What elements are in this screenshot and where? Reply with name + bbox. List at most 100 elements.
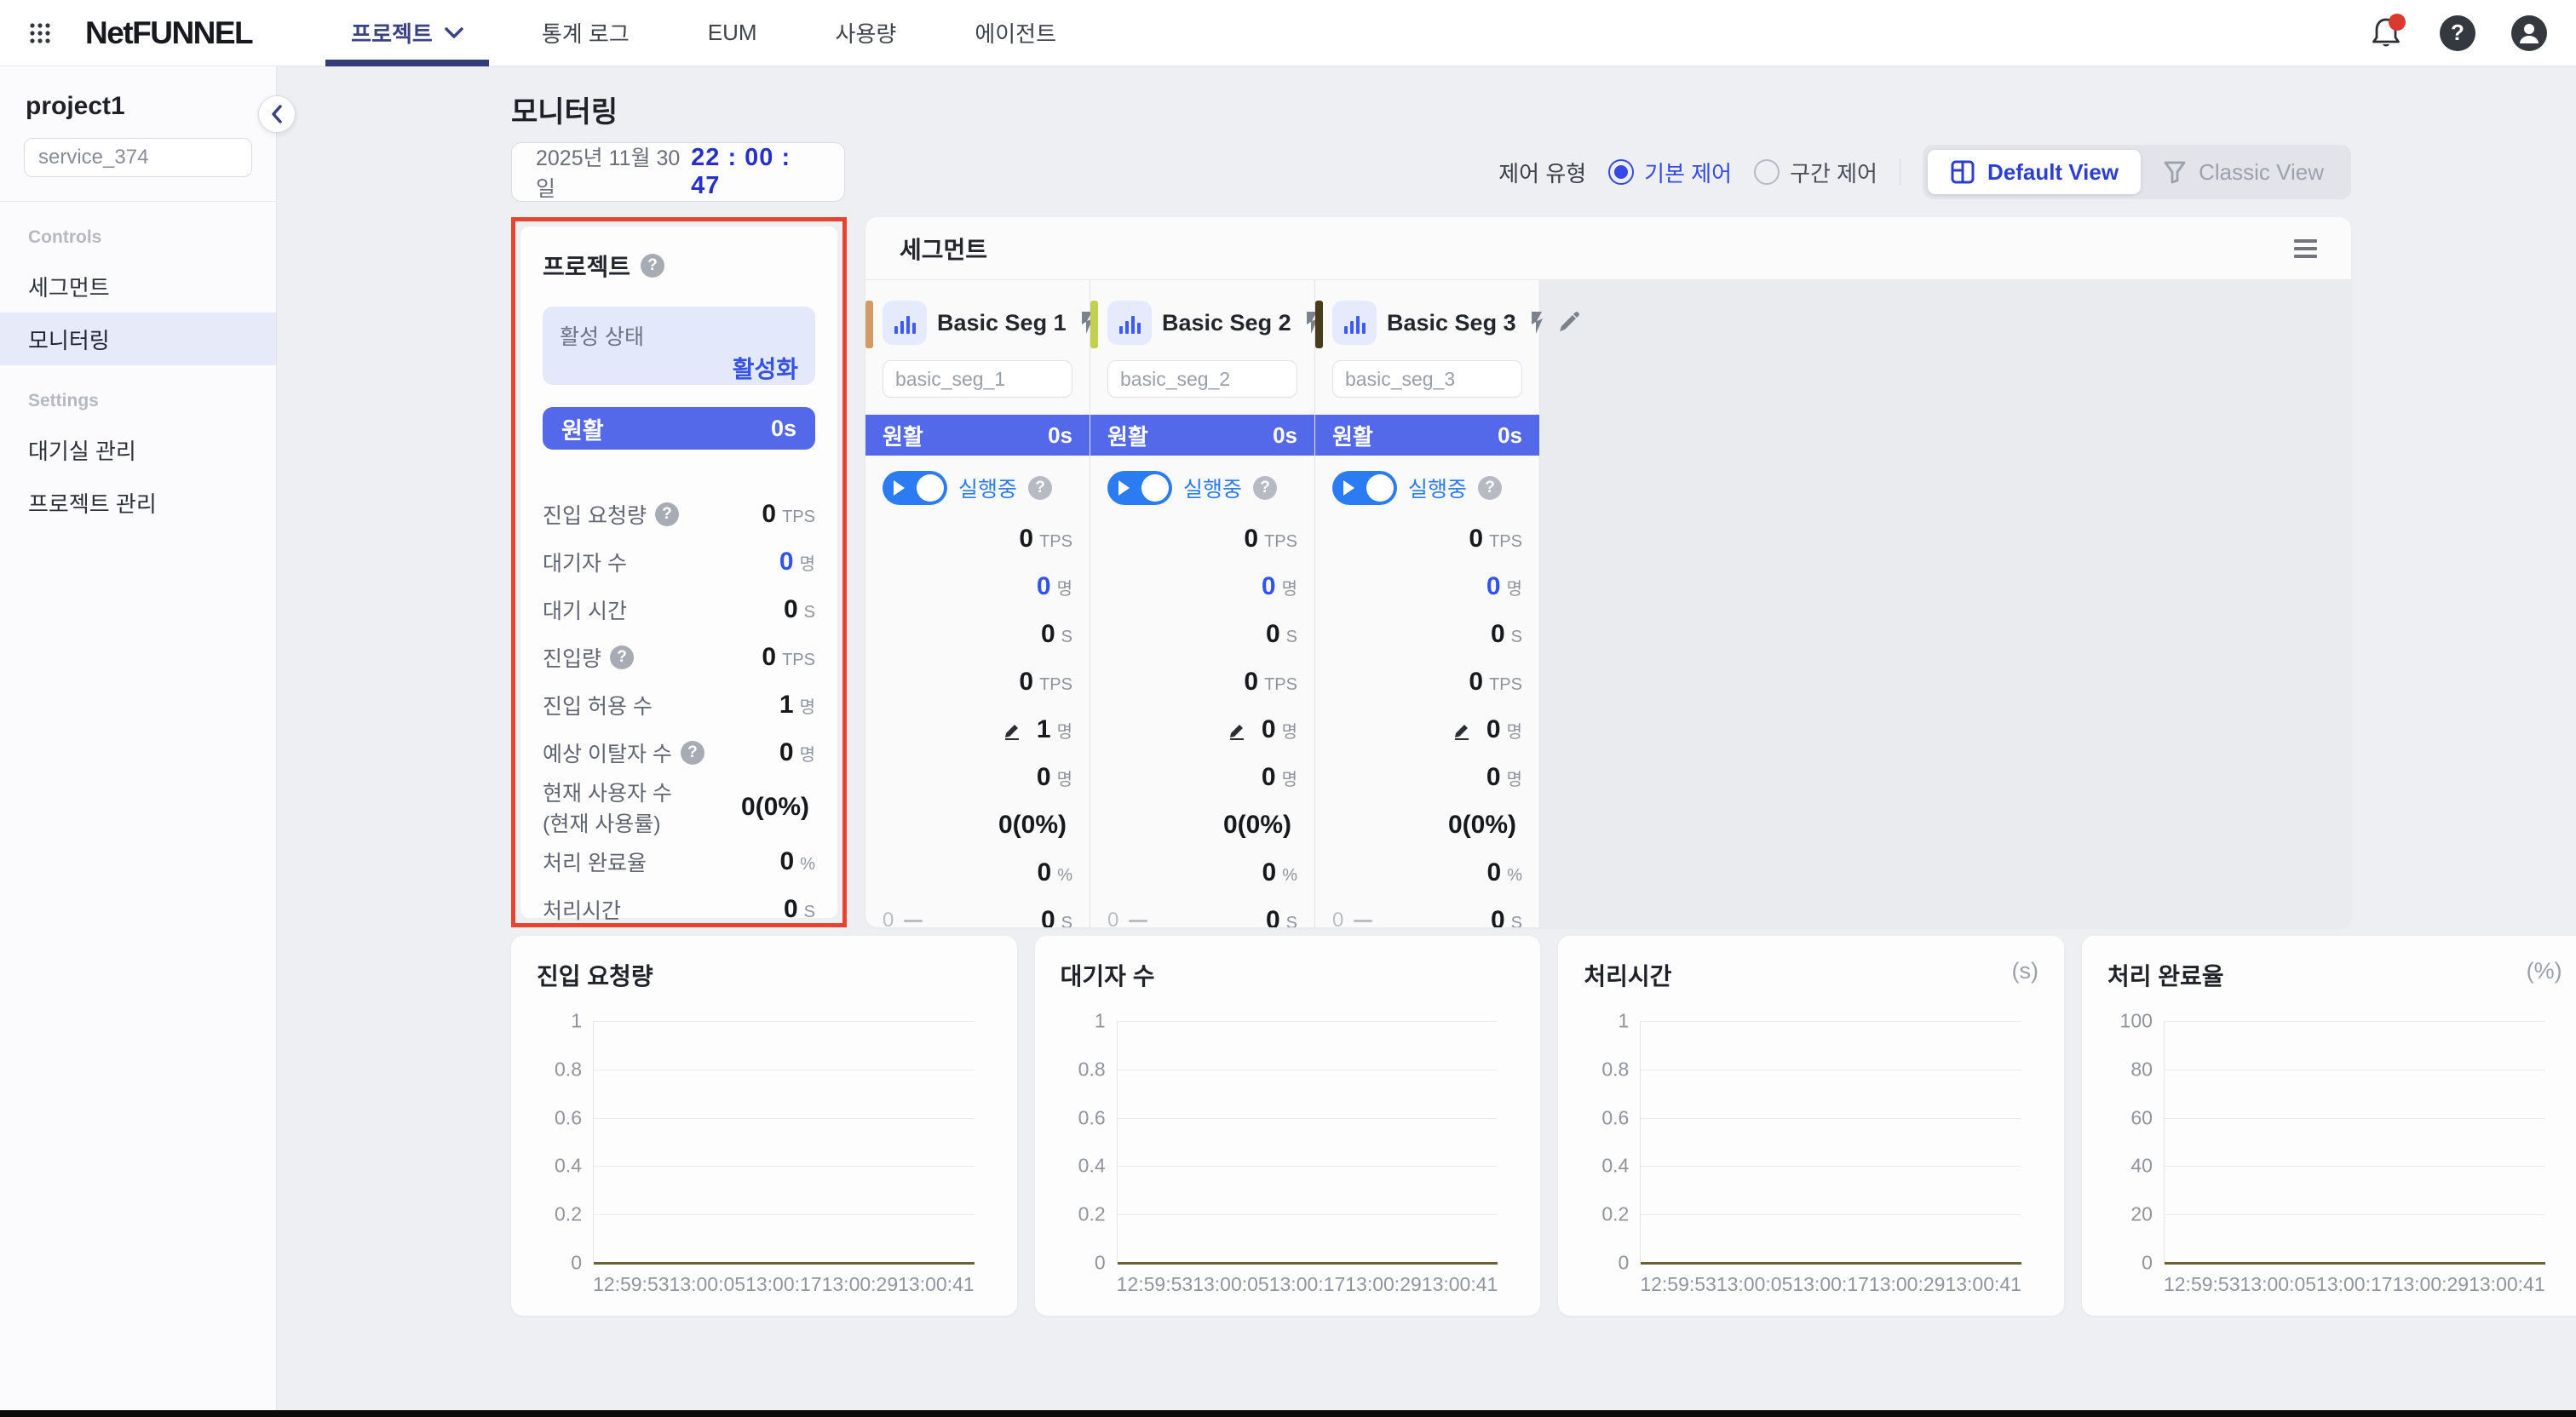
help-icon[interactable]	[641, 254, 664, 278]
sidebar-section-controls: Controls	[28, 227, 276, 248]
y-axis-tick: 0	[2142, 1252, 2153, 1275]
x-axis-tick: 13:00:29	[1345, 1273, 1422, 1296]
y-axis-tick: 0	[571, 1252, 582, 1275]
data-line-at-zero	[594, 1262, 975, 1265]
y-axis-tick: 0.2	[1601, 1203, 1629, 1226]
status-value: 활성화	[733, 351, 798, 385]
bottom-black-bar	[0, 1410, 2576, 1417]
plot-area: 10.80.60.40.20	[593, 1021, 975, 1263]
chart-gridline	[1641, 1021, 2021, 1022]
nav-item-stats-log[interactable]: 통계 로그	[503, 0, 669, 66]
app-root: NetFUNNEL 프로젝트 통계 로그 EUM 사용량 에이전트 ?	[0, 0, 2576, 1417]
chevron-down-icon	[445, 27, 463, 39]
current-date: 2025년 11월 30일	[536, 141, 691, 203]
y-axis-tick: 100	[2120, 1010, 2153, 1033]
edit-value-pencil-icon[interactable]	[1452, 720, 1473, 740]
sidebar-section-settings: Settings	[28, 391, 276, 411]
x-axis-ticks: 12:59:5313:00:0513:00:1713:00:2913:00:41	[2164, 1273, 2545, 1296]
mini-trend-indicator: 0	[883, 909, 923, 927]
radio-basic-control[interactable]: 기본 제어	[1608, 157, 1732, 188]
help-icon[interactable]	[1253, 476, 1277, 500]
sidebar-item-project-mgmt[interactable]: 프로젝트 관리	[0, 476, 276, 529]
sidebar-item-monitoring[interactable]: 모니터링	[0, 313, 276, 365]
account-avatar[interactable]	[2511, 15, 2547, 51]
x-axis-tick: 13:00:29	[1869, 1273, 1946, 1296]
nav-item-agent[interactable]: 에이전트	[935, 0, 1095, 66]
nav-item-projects[interactable]: 프로젝트	[312, 0, 503, 66]
x-axis-tick: 12:59:53	[1640, 1273, 1716, 1296]
sidebar-collapse-button[interactable]	[258, 95, 296, 133]
chart-unit: (s)	[2011, 958, 2038, 984]
x-axis-tick: 13:00:05	[1716, 1273, 1793, 1296]
edit-value-pencil-icon[interactable]	[1228, 720, 1248, 740]
data-line-at-zero	[1641, 1262, 2021, 1265]
segment-header: Basic Seg 1	[883, 299, 1072, 347]
x-axis-ticks: 12:59:5313:00:0513:00:1713:00:2913:00:41	[1640, 1273, 2021, 1296]
service-select[interactable]	[24, 138, 252, 177]
default-view-button[interactable]: Default View	[1928, 150, 2141, 194]
segment-key-input[interactable]	[883, 360, 1072, 398]
help-icon[interactable]	[1028, 476, 1052, 500]
edit-value-pencil-icon[interactable]	[1003, 720, 1023, 740]
run-toggle[interactable]	[1332, 471, 1397, 505]
nav-right-actions: ?	[2368, 15, 2547, 51]
radio-range-control[interactable]: 구간 제어	[1754, 157, 1877, 188]
segment-key-input[interactable]	[1107, 360, 1297, 398]
plot-area: 100806040200	[2164, 1021, 2545, 1263]
y-axis-tick: 0.4	[555, 1155, 582, 1178]
segment-color-strip	[865, 301, 873, 348]
x-axis-ticks: 12:59:5313:00:0513:00:1713:00:2913:00:41	[1117, 1273, 1498, 1296]
edit-pencil-icon[interactable]	[1557, 312, 1579, 334]
y-axis-tick: 0.6	[555, 1106, 582, 1129]
y-axis-tick: 0.2	[1078, 1203, 1106, 1226]
metric-row-allowed-entries: 진입 허용 수 1명	[543, 681, 815, 729]
segment-card: Basic Seg 1 원활 0s 실행중	[865, 280, 1090, 927]
run-toggle[interactable]	[883, 471, 947, 505]
netfunnel-logo[interactable]: NetFUNNEL	[85, 15, 252, 51]
top-nav: NetFUNNEL 프로젝트 통계 로그 EUM 사용량 에이전트 ?	[0, 0, 2576, 66]
segment-menu-icon[interactable]	[2294, 239, 2317, 258]
apps-grid-icon[interactable]	[29, 22, 51, 44]
chart-completion-rate: 처리 완료율 (%) 100806040200 12:59:5313:00:05…	[2082, 936, 2576, 1316]
x-axis-tick: 13:00:41	[1945, 1273, 2021, 1296]
chart-title: 대기자 수	[1061, 958, 1541, 992]
sidebar-item-waiting-room[interactable]: 대기실 관리	[0, 423, 276, 476]
plot-area: 10.80.60.40.20	[1117, 1021, 1498, 1263]
nav-item-usage[interactable]: 사용량	[796, 0, 936, 66]
help-icon[interactable]	[1478, 476, 1502, 500]
chart-gridline	[1118, 1021, 1498, 1022]
nav-item-label: 프로젝트	[351, 17, 433, 49]
segment-panel-header: 세그먼트	[865, 217, 2351, 280]
bolt-icon[interactable]	[1527, 311, 1547, 335]
plot-area: 10.80.60.40.20	[1640, 1021, 2021, 1263]
help-icon[interactable]: ?	[2440, 15, 2475, 51]
segment-flow-status-bar: 원활 0s	[865, 415, 1090, 456]
nav-item-eum[interactable]: EUM	[669, 0, 796, 66]
help-icon[interactable]	[610, 645, 634, 669]
segment-metrics: 0TPS 0명 0S 0TPS 0명 0명 0(0%) 0% 00S	[1107, 515, 1297, 927]
x-axis-tick: 13:00:41	[1422, 1273, 1498, 1296]
control-type-label: 제어 유형	[1498, 157, 1586, 188]
segment-name: Basic Seg 3	[1387, 310, 1516, 336]
run-toggle[interactable]	[1107, 471, 1172, 505]
x-axis-tick: 13:00:29	[822, 1273, 899, 1296]
y-axis-tick: 0.6	[1601, 1106, 1629, 1129]
datetime-picker[interactable]: 2025년 11월 30일 22 : 00 : 47	[511, 142, 845, 202]
help-icon[interactable]	[655, 502, 679, 526]
toolbar: 2025년 11월 30일 22 : 00 : 47 제어 유형 기본 제어 구…	[511, 142, 2351, 202]
layout-grid-icon	[1950, 159, 1975, 185]
sidebar-item-segments[interactable]: 세그먼트	[0, 260, 276, 313]
segment-key-input[interactable]	[1332, 360, 1522, 398]
classic-view-button[interactable]: Classic View	[2141, 150, 2346, 194]
project-panel-title: 프로젝트	[543, 249, 630, 283]
segment-panel-title: 세그먼트	[900, 232, 987, 266]
y-axis-tick: 40	[2130, 1155, 2153, 1178]
y-axis-tick: 0.8	[1078, 1058, 1106, 1081]
x-axis-tick: 13:00:41	[898, 1273, 975, 1296]
main-content: 모니터링 2025년 11월 30일 22 : 00 : 47 제어 유형 기본…	[277, 66, 2576, 1410]
segment-panel: 세그먼트 Basic Seg 1	[865, 217, 2351, 927]
data-line-at-zero	[2165, 1262, 2545, 1265]
help-icon[interactable]	[681, 741, 704, 765]
notification-bell-icon[interactable]	[2368, 15, 2404, 51]
segment-metrics: 0TPS 0명 0S 0TPS 1명 0명 0(0%) 0% 00S	[883, 515, 1072, 927]
